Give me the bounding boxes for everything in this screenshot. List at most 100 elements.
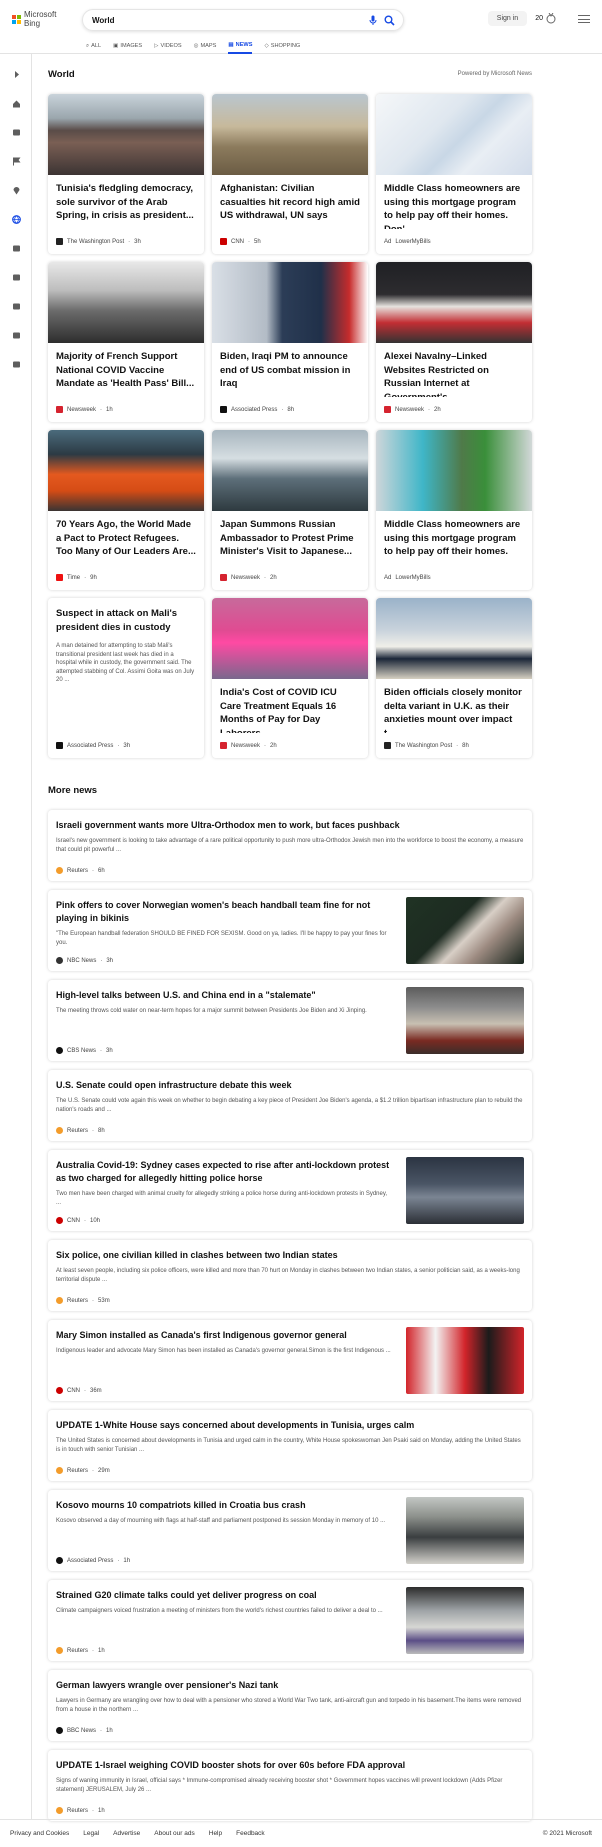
news-card-provider[interactable]: Newsweek · 1h xyxy=(56,406,113,413)
news-card-title[interactable]: Suspect in attack on Mali's president di… xyxy=(48,598,204,634)
news-card-image[interactable] xyxy=(376,94,532,175)
sidebar-item-film[interactable] xyxy=(0,292,32,321)
sidebar-item-location-pin[interactable] xyxy=(0,176,32,205)
more-news-image[interactable] xyxy=(406,1327,524,1394)
tab-videos[interactable]: ▷ VIDEOS xyxy=(154,38,181,54)
sidebar-item-briefcase[interactable] xyxy=(0,350,32,379)
more-news-title[interactable]: Six police, one civilian killed in clash… xyxy=(48,1240,532,1262)
more-news-image[interactable] xyxy=(406,1497,524,1564)
hamburger-menu-icon[interactable] xyxy=(578,14,590,23)
news-card[interactable]: Afghanistan: Civilian casualties hit rec… xyxy=(212,94,368,254)
news-card[interactable]: India's Cost of COVID ICU Care Treatment… xyxy=(212,598,368,758)
news-card-image[interactable] xyxy=(212,430,368,511)
sidebar-item-globe[interactable] xyxy=(0,205,32,234)
more-news-item[interactable]: U.S. Senate could open infrastructure de… xyxy=(48,1070,532,1141)
footer-link-help[interactable]: Help xyxy=(209,1830,222,1837)
news-card[interactable]: Biden officials closely monitor delta va… xyxy=(376,598,532,758)
footer-link-advertise[interactable]: Advertise xyxy=(113,1830,140,1837)
tab-news[interactable]: ▤ NEWS xyxy=(228,38,253,54)
sidebar-item-microscope[interactable] xyxy=(0,234,32,263)
search-box[interactable]: World xyxy=(82,9,404,31)
news-card-provider[interactable]: Newsweek · 2h xyxy=(384,406,441,413)
news-card[interactable]: Majority of French Support National COVI… xyxy=(48,262,204,422)
more-news-provider[interactable]: Associated Press · 1h xyxy=(56,1557,130,1564)
sidebar-item-rocket[interactable] xyxy=(0,263,32,292)
sidebar-item-chevron-right[interactable] xyxy=(0,60,32,89)
footer-link-legal[interactable]: Legal xyxy=(83,1830,99,1837)
more-news-provider[interactable]: Reuters · 8h xyxy=(56,1127,105,1134)
news-card[interactable]: Middle Class homeowners are using this m… xyxy=(376,94,532,254)
more-news-item[interactable]: High-level talks between U.S. and China … xyxy=(48,980,532,1061)
footer-link-privacy-and-cookies[interactable]: Privacy and Cookies xyxy=(10,1830,69,1837)
news-card-image[interactable] xyxy=(48,430,204,511)
more-news-item[interactable]: Pink offers to cover Norwegian women's b… xyxy=(48,890,532,971)
news-card-title[interactable]: Afghanistan: Civilian casualties hit rec… xyxy=(212,175,368,229)
news-card-image[interactable] xyxy=(212,94,368,175)
news-card[interactable]: Middle Class homeowners are using this m… xyxy=(376,430,532,590)
more-news-title[interactable]: Israeli government wants more Ultra-Orth… xyxy=(48,810,532,832)
footer-link-feedback[interactable]: Feedback xyxy=(236,1830,265,1837)
more-news-provider[interactable]: CNN · 36m xyxy=(56,1387,102,1394)
more-news-provider[interactable]: Reuters · 1h xyxy=(56,1807,105,1814)
news-card-provider[interactable]: Newsweek · 2h xyxy=(220,574,277,581)
tab-all[interactable]: ⌕ ALL xyxy=(86,38,101,54)
news-card[interactable]: Japan Summons Russian Ambassador to Prot… xyxy=(212,430,368,590)
news-card-title[interactable]: 70 Years Ago, the World Made a Pact to P… xyxy=(48,511,204,565)
news-card-image[interactable] xyxy=(376,430,532,511)
news-card-image[interactable] xyxy=(48,262,204,343)
more-news-provider[interactable]: CBS News · 3h xyxy=(56,1047,113,1054)
sidebar-item-flag[interactable] xyxy=(0,147,32,176)
more-news-title[interactable]: UPDATE 1-White House says concerned abou… xyxy=(48,1410,532,1432)
footer-link-about-our-ads[interactable]: About our ads xyxy=(154,1830,194,1837)
more-news-item[interactable]: Australia Covid-19: Sydney cases expecte… xyxy=(48,1150,532,1231)
more-news-provider[interactable]: NBC News · 3h xyxy=(56,957,113,964)
tab-images[interactable]: ▣ IMAGES xyxy=(113,38,142,54)
news-card-provider[interactable]: The Washington Post · 3h xyxy=(56,238,141,245)
more-news-item[interactable]: Strained G20 climate talks could yet del… xyxy=(48,1580,532,1661)
news-card-provider[interactable]: Ad LowerMyBills xyxy=(384,239,431,245)
news-card[interactable]: Suspect in attack on Mali's president di… xyxy=(48,598,204,758)
news-card-image[interactable] xyxy=(48,94,204,175)
news-card-image[interactable] xyxy=(212,262,368,343)
news-card-provider[interactable]: Time · 9h xyxy=(56,574,97,581)
more-news-image[interactable] xyxy=(406,1157,524,1224)
news-card-title[interactable]: Middle Class homeowners are using this m… xyxy=(376,511,532,565)
sign-in-button[interactable]: Sign in xyxy=(487,11,528,26)
more-news-title[interactable]: UPDATE 1-Israel weighing COVID booster s… xyxy=(48,1750,532,1772)
news-card-title[interactable]: Biden, Iraqi PM to announce end of US co… xyxy=(212,343,368,397)
bing-logo[interactable]: Microsoft Bing xyxy=(12,10,72,28)
sidebar-item-home[interactable] xyxy=(0,89,32,118)
more-news-title[interactable]: German lawyers wrangle over pensioner's … xyxy=(48,1670,532,1692)
sidebar-item-bank[interactable] xyxy=(0,321,32,350)
more-news-title[interactable]: U.S. Senate could open infrastructure de… xyxy=(48,1070,532,1092)
news-card-title[interactable]: Biden officials closely monitor delta va… xyxy=(376,679,532,733)
news-card-image[interactable] xyxy=(376,598,532,679)
news-card[interactable]: Tunisia's fledgling democracy, sole surv… xyxy=(48,94,204,254)
tab-maps[interactable]: ◎ MAPS xyxy=(194,38,217,54)
news-card-title[interactable]: Japan Summons Russian Ambassador to Prot… xyxy=(212,511,368,565)
more-news-image[interactable] xyxy=(406,987,524,1054)
more-news-item[interactable]: Kosovo mourns 10 compatriots killed in C… xyxy=(48,1490,532,1571)
more-news-item[interactable]: Six police, one civilian killed in clash… xyxy=(48,1240,532,1311)
sidebar-item-scale[interactable] xyxy=(0,118,32,147)
microphone-icon[interactable] xyxy=(369,15,377,26)
search-input[interactable]: World xyxy=(92,16,115,25)
more-news-provider[interactable]: CNN · 10h xyxy=(56,1217,100,1224)
more-news-item[interactable]: Israeli government wants more Ultra-Orth… xyxy=(48,810,532,881)
news-card[interactable]: Biden, Iraqi PM to announce end of US co… xyxy=(212,262,368,422)
more-news-image[interactable] xyxy=(406,1587,524,1654)
news-card-title[interactable]: Middle Class homeowners are using this m… xyxy=(376,175,532,229)
news-card-title[interactable]: India's Cost of COVID ICU Care Treatment… xyxy=(212,679,368,733)
news-card-image[interactable] xyxy=(212,598,368,679)
news-card-provider[interactable]: The Washington Post · 8h xyxy=(384,742,469,749)
more-news-item[interactable]: Mary Simon installed as Canada's first I… xyxy=(48,1320,532,1401)
news-card-provider[interactable]: Ad LowerMyBills xyxy=(384,575,431,581)
news-card-title[interactable]: Alexei Navalny–Linked Websites Restricte… xyxy=(376,343,532,397)
more-news-item[interactable]: German lawyers wrangle over pensioner's … xyxy=(48,1670,532,1741)
more-news-provider[interactable]: Reuters · 1h xyxy=(56,1647,105,1654)
news-card-provider[interactable]: Associated Press · 8h xyxy=(220,406,294,413)
news-card-provider[interactable]: Newsweek · 2h xyxy=(220,742,277,749)
more-news-item[interactable]: UPDATE 1-White House says concerned abou… xyxy=(48,1410,532,1481)
more-news-item[interactable]: UPDATE 1-Israel weighing COVID booster s… xyxy=(48,1750,532,1821)
more-news-provider[interactable]: BBC News · 1h xyxy=(56,1727,113,1734)
